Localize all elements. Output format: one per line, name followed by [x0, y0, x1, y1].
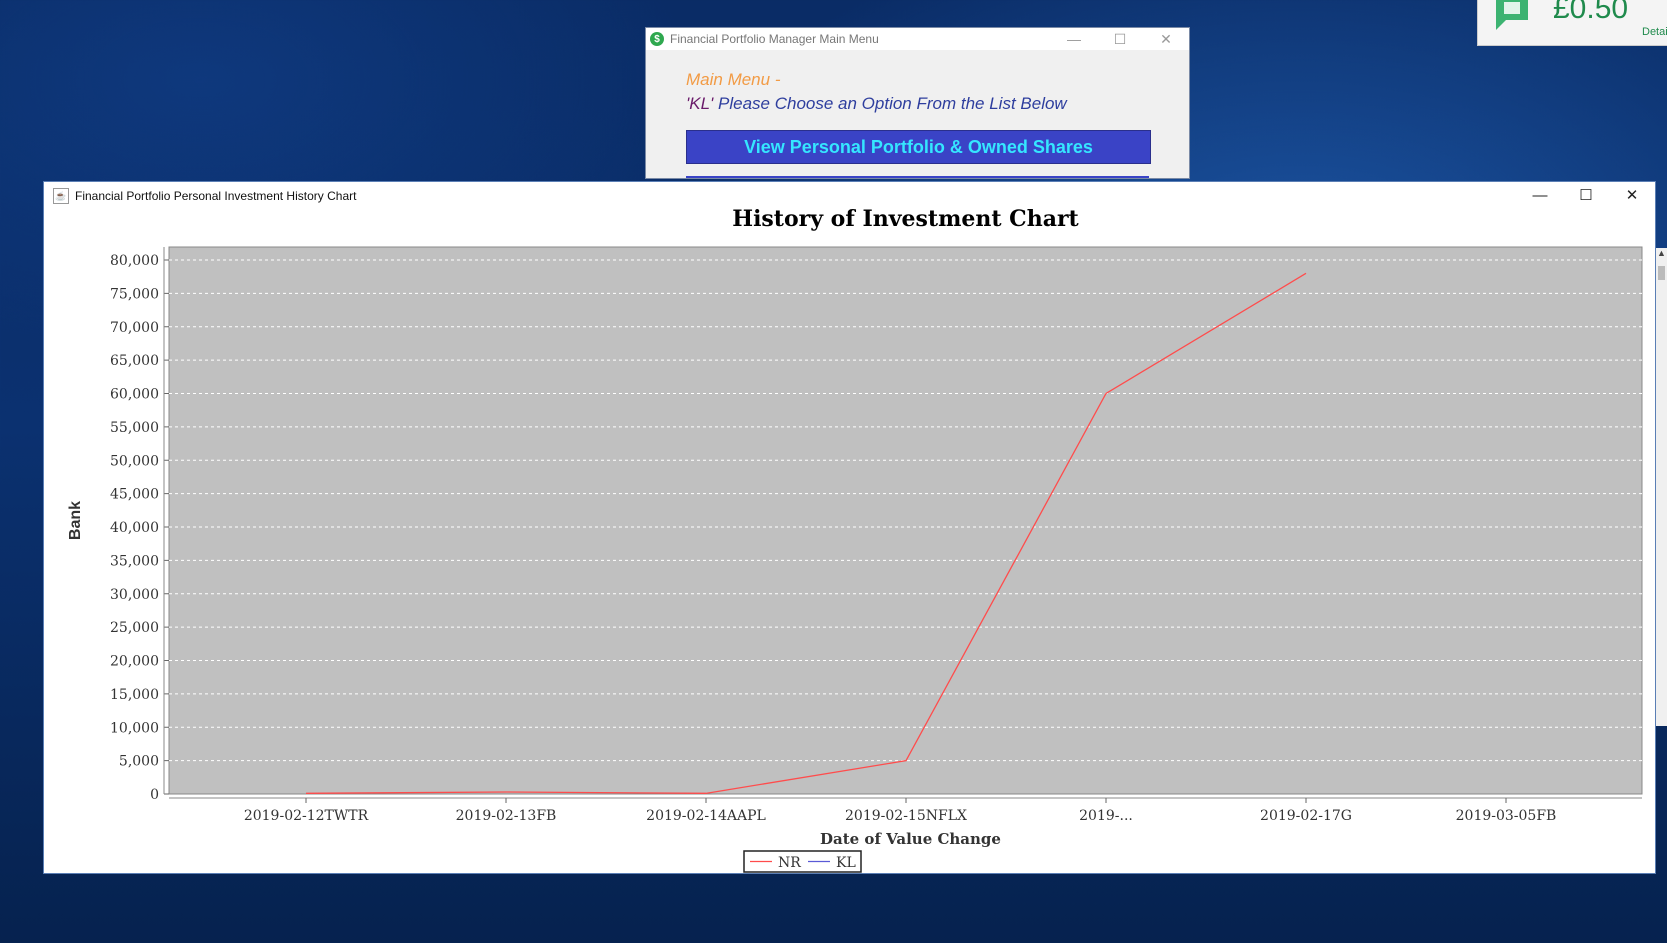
chart-window[interactable]: ☕ Financial Portfolio Personal Investmen… [43, 181, 1656, 874]
y-tick-label: 55,000 [110, 420, 159, 436]
y-tick-label: 20,000 [110, 654, 159, 670]
y-tick-label: 35,000 [110, 553, 159, 569]
x-axis-label: Date of Value Change [820, 830, 1001, 848]
price-notification[interactable]: £0.50 Detail [1477, 0, 1667, 46]
prompt-text: Please Choose an Option From the List Be… [713, 94, 1067, 113]
view-portfolio-button[interactable]: View Personal Portfolio & Owned Shares [686, 130, 1151, 164]
main-menu-titlebar[interactable]: $ Financial Portfolio Manager Main Menu … [646, 28, 1189, 50]
y-tick-label: 45,000 [110, 487, 159, 503]
y-tick-label: 70,000 [110, 320, 159, 336]
main-menu-window[interactable]: $ Financial Portfolio Manager Main Menu … [645, 27, 1190, 179]
x-tick-label: 2019-02-15NFLX [845, 808, 967, 824]
y-tick-label: 30,000 [110, 587, 159, 603]
close-icon[interactable]: ✕ [1143, 28, 1189, 50]
legend-label-nr: NR [778, 855, 801, 871]
x-tick-label: 2019-02-12TWTR [244, 808, 369, 824]
y-tick-label: 25,000 [110, 620, 159, 636]
y-tick-label: 75,000 [110, 286, 159, 302]
main-menu-heading: Main Menu - [686, 70, 781, 89]
y-tick-label: 80,000 [110, 253, 159, 269]
y-tick-label: 5,000 [119, 754, 159, 770]
details-link[interactable]: Detail [1642, 26, 1667, 38]
chart-title: History of Investment Chart [732, 206, 1079, 232]
y-tick-label: 0 [150, 787, 159, 803]
y-tick-label: 65,000 [110, 353, 159, 369]
main-menu-window-title: Financial Portfolio Manager Main Menu [670, 32, 879, 46]
scroll-thumb[interactable] [1658, 266, 1665, 280]
x-tick-label: 2019-02-14AAPL [646, 808, 766, 824]
dollar-app-icon: $ [650, 32, 664, 46]
chat-bubble-icon [1496, 0, 1528, 30]
investment-history-chart: History of Investment Chart 0 5,000 10,000 1… [67, 206, 1643, 873]
x-tick-label: 2019-02-13FB [456, 808, 557, 824]
price-amount: £0.50 [1553, 0, 1629, 25]
y-tick-label: 50,000 [110, 453, 159, 469]
y-tick-label: 60,000 [110, 387, 159, 403]
plot-area [168, 246, 1643, 795]
y-tick-label: 10,000 [110, 720, 159, 736]
maximize-icon[interactable]: ☐ [1097, 28, 1143, 50]
user-initials: 'KL' [686, 94, 714, 113]
x-tick-label: 2019-... [1079, 808, 1133, 824]
main-menu-prompt: 'KL' Please Choose an Option From the Li… [686, 94, 1067, 114]
next-menu-button[interactable] [686, 176, 1149, 178]
y-tick-label: 40,000 [110, 520, 159, 536]
legend-label-kl: KL [836, 855, 856, 871]
minimize-icon[interactable]: — [1051, 28, 1097, 50]
y-axis-label: Bank [67, 501, 84, 540]
x-tick-label: 2019-02-17G [1260, 808, 1352, 824]
y-tick-label: 15,000 [110, 687, 159, 703]
vertical-scrollbar[interactable]: ▲ [1656, 248, 1667, 726]
x-tick-label: 2019-03-05FB [1456, 808, 1557, 824]
scroll-up-icon[interactable]: ▲ [1656, 248, 1667, 258]
